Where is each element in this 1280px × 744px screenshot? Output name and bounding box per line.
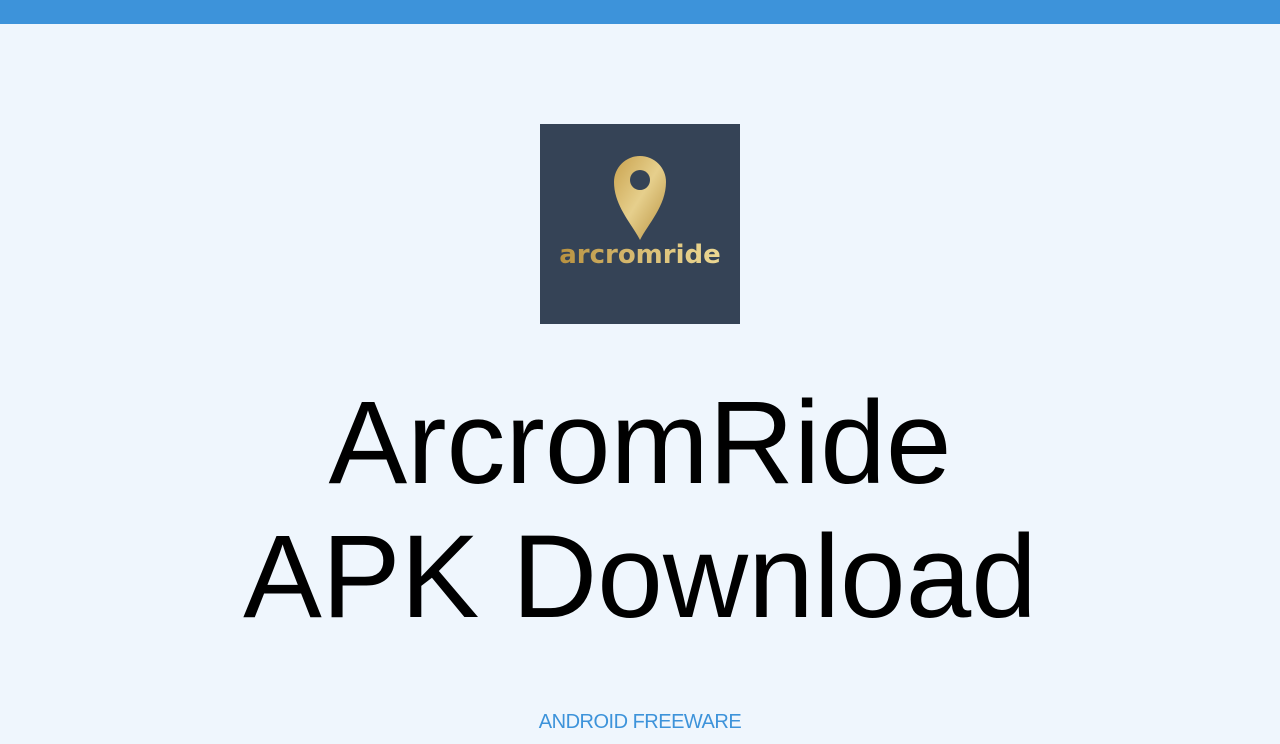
app-logo: arcromride — [559, 156, 721, 270]
page-title: ArcromRide APK Download — [0, 376, 1280, 644]
location-pin-icon — [614, 156, 666, 240]
page-title-line-1: ArcromRide — [328, 377, 952, 509]
top-bar — [0, 0, 1280, 24]
app-icon: arcromride — [540, 124, 740, 324]
page-title-line-2: APK Download — [243, 511, 1037, 643]
android-freeware-link[interactable]: ANDROID FREEWARE — [0, 710, 1280, 734]
logo-text: arcromride — [559, 240, 721, 270]
